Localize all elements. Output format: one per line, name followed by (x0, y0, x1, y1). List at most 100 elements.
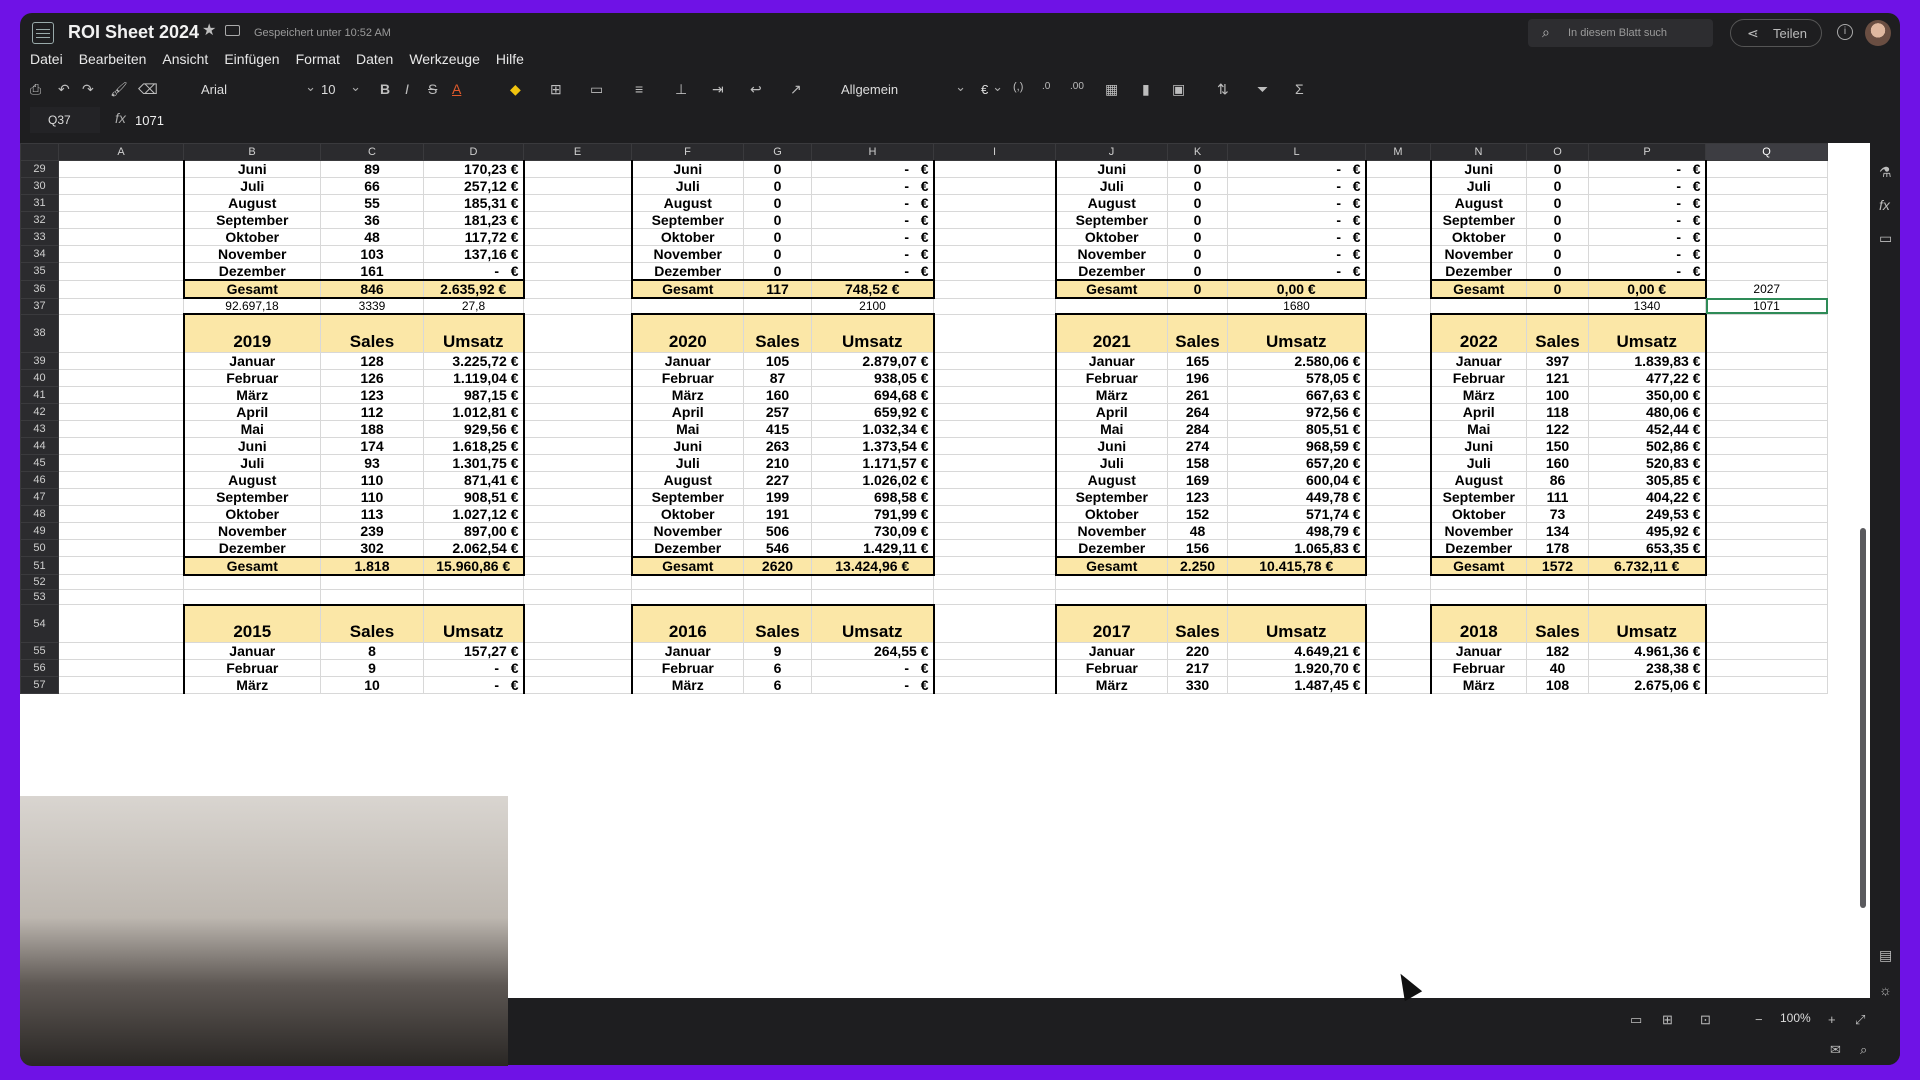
cell-e[interactable] (523, 351, 632, 370)
cell-m[interactable] (1365, 228, 1431, 246)
cell-m[interactable] (1365, 470, 1431, 489)
total-sales[interactable]: 1572 (1526, 555, 1589, 576)
row-header[interactable]: 39 (20, 351, 59, 370)
umsatz-value[interactable]: - € (1588, 228, 1707, 246)
sales-header[interactable]: Sales (1167, 603, 1228, 643)
cell-q[interactable] (1705, 521, 1828, 540)
strikethrough-icon[interactable]: S (428, 82, 437, 96)
column-header-n[interactable]: N (1430, 143, 1527, 161)
cell-a[interactable] (58, 453, 184, 472)
sales-value[interactable]: 0 (743, 262, 812, 281)
month-label[interactable]: August (630, 470, 744, 489)
cell-a[interactable] (58, 538, 184, 557)
sales-value[interactable]: 263 (743, 436, 812, 455)
zoom-out-icon[interactable]: − (1755, 1013, 1763, 1026)
sales-value[interactable]: 123 (320, 385, 424, 404)
cell-m[interactable] (1365, 676, 1431, 694)
cell-i[interactable] (933, 556, 1056, 575)
cell-n[interactable] (1430, 297, 1527, 315)
cell-e[interactable] (523, 313, 632, 353)
umsatz-value[interactable]: 1.027,12 € (423, 504, 525, 523)
document-title[interactable]: ROI Sheet 2024 (68, 22, 199, 43)
sales-value[interactable]: 9 (743, 642, 812, 660)
sales-value[interactable]: 0 (1526, 160, 1589, 178)
cell-q[interactable] (1705, 245, 1828, 263)
sales-value[interactable]: 227 (743, 470, 812, 489)
umsatz-value[interactable]: - € (811, 262, 935, 281)
sales-header[interactable]: Sales (743, 603, 812, 643)
row-header[interactable]: 37 (20, 297, 59, 315)
cell-q[interactable] (1705, 419, 1828, 438)
cell-q[interactable] (1705, 453, 1828, 472)
cell-a[interactable] (58, 211, 184, 229)
italic-icon[interactable]: I (405, 82, 409, 96)
umsatz-value[interactable]: 181,23 € (423, 211, 525, 229)
sales-value[interactable]: 0 (743, 211, 812, 229)
sales-header[interactable]: Sales (320, 603, 424, 643)
cell-i[interactable] (933, 228, 1056, 246)
sales-value[interactable]: 89 (320, 160, 424, 178)
umsatz-value[interactable]: - € (1227, 211, 1367, 229)
cell-i[interactable] (933, 279, 1056, 299)
cell-q[interactable] (1705, 402, 1828, 421)
sales-value[interactable]: 261 (1167, 385, 1228, 404)
umsatz-value[interactable]: - € (1227, 160, 1367, 178)
umsatz-value[interactable]: 185,31 € (423, 194, 525, 212)
cell-m[interactable] (1365, 194, 1431, 212)
align-horizontal-icon[interactable]: ≡ (635, 82, 643, 96)
sales-value[interactable]: 0 (1526, 228, 1589, 246)
month-label[interactable]: Januar (182, 642, 321, 660)
cell-q[interactable] (1705, 487, 1828, 506)
row-header[interactable]: 35 (20, 262, 59, 281)
cell-a[interactable] (58, 160, 184, 178)
cell-a[interactable] (58, 385, 184, 404)
umsatz-value[interactable]: 1.301,75 € (423, 453, 525, 472)
row-header[interactable]: 55 (20, 642, 59, 660)
month-label[interactable]: September (630, 487, 744, 506)
select-all-corner[interactable] (20, 143, 59, 161)
cell-i[interactable] (933, 297, 1056, 315)
row-header[interactable]: 33 (20, 228, 59, 246)
umsatz-value[interactable]: 929,56 € (423, 419, 525, 438)
total-label[interactable]: Gesamt (182, 279, 321, 299)
sales-value[interactable]: 48 (1167, 521, 1228, 540)
month-label[interactable]: Oktober (1054, 228, 1168, 246)
umsatz-value[interactable]: 694,68 € (811, 385, 935, 404)
cell-b[interactable]: 92.697,18 (183, 297, 321, 315)
umsatz-value[interactable]: 571,74 € (1227, 504, 1367, 523)
cell-i[interactable] (933, 385, 1056, 404)
cell-c[interactable] (320, 574, 424, 590)
month-label[interactable]: Juli (1429, 453, 1527, 472)
cell-i[interactable] (933, 177, 1056, 195)
cell-i[interactable] (933, 368, 1056, 387)
cell-e[interactable] (523, 470, 632, 489)
cell-n[interactable] (1430, 574, 1527, 590)
sales-value[interactable]: 93 (320, 453, 424, 472)
cell-e[interactable] (523, 194, 632, 212)
month-label[interactable]: Februar (1429, 659, 1527, 677)
umsatz-value[interactable]: 449,78 € (1227, 487, 1367, 506)
cell-m[interactable] (1365, 538, 1431, 557)
month-label[interactable]: Juni (182, 436, 321, 455)
umsatz-value[interactable]: 3.225,72 € (423, 351, 525, 370)
cell-i[interactable] (933, 676, 1056, 694)
month-label[interactable]: Oktober (1054, 504, 1168, 523)
month-label[interactable]: September (1054, 211, 1168, 229)
function-icon[interactable]: fx (1879, 198, 1890, 212)
year-header[interactable]: 2017 (1054, 603, 1168, 643)
umsatz-value[interactable]: 1.618,25 € (423, 436, 525, 455)
sales-value[interactable]: 220 (1167, 642, 1228, 660)
month-label[interactable]: Oktober (182, 504, 321, 523)
cell-m[interactable] (1365, 351, 1431, 370)
feedback-icon[interactable]: ✉ (1830, 1043, 1841, 1056)
paint-format-icon[interactable]: 🖌 (110, 82, 128, 96)
menu-item-hilfe[interactable]: Hilfe (496, 51, 524, 73)
cell-j[interactable] (1055, 297, 1168, 315)
umsatz-value[interactable]: 2.879,07 € (811, 351, 935, 370)
sales-value[interactable]: 546 (743, 538, 812, 557)
cell-a[interactable] (58, 676, 184, 694)
cell-e[interactable] (523, 228, 632, 246)
month-label[interactable]: November (182, 245, 321, 263)
cell-h[interactable] (811, 574, 934, 590)
umsatz-value[interactable]: - € (1588, 194, 1707, 212)
